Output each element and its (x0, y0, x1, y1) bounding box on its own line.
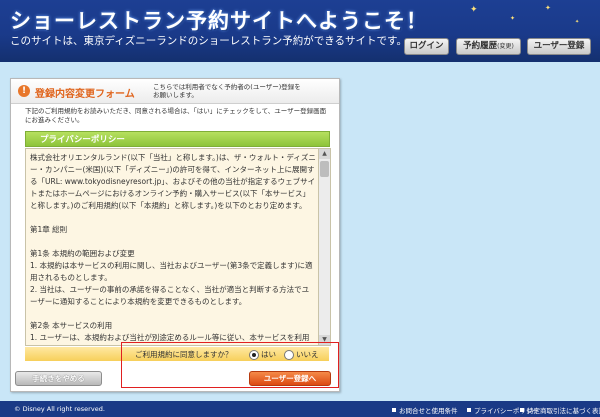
consent-no-radio[interactable] (284, 350, 294, 360)
cancel-button-label: 手続きをやめる (32, 374, 85, 383)
terms-chapter-heading: 第1章 総則 (30, 225, 68, 234)
login-button[interactable]: ログイン (404, 38, 449, 55)
terms-scrollbar[interactable]: ▲ ▼ (318, 149, 330, 345)
form-title: 登録内容変更フォーム (35, 89, 135, 100)
terms-paragraph: 1. ユーザーは、本規約および当社が別途定めるルール等に従い、本サービスを利用す… (30, 333, 310, 342)
form-intro: 下記のご利用規約をお読みいただき、同意される場合は、「はい」にチェックをして、ユ… (25, 107, 327, 124)
user-register-button-label: ユーザー登録 (533, 41, 585, 51)
copyright: © Disney All right reserved. (14, 405, 105, 413)
sparkle-icon: ✦ (470, 5, 478, 15)
proceed-to-registration-button[interactable]: ユーザー登録へ (249, 371, 331, 386)
footer-link-contact[interactable]: お問合せと使用条件 (392, 405, 458, 415)
consent-yes-radio[interactable] (249, 350, 259, 360)
bullet-icon (520, 408, 524, 412)
form-note: こちらでは利用者でなく予約者の(ユーザー)登録を お願いします。 (153, 83, 301, 99)
scroll-up-arrow-icon[interactable]: ▲ (319, 149, 330, 159)
privacy-policy-bar: プライバシーポリシー (25, 131, 330, 147)
footer-link-commerce-law[interactable]: 特定商取引法に基づく表記 (520, 405, 600, 415)
terms-article-heading: 第2条 本サービスの利用 (30, 321, 113, 330)
terms-article-heading: 第1条 本規約の範囲および変更 (30, 249, 135, 258)
form-note-line2: お願いします。 (153, 91, 198, 99)
bullet-icon (392, 408, 396, 412)
bullet-icon (467, 408, 471, 412)
sparkle-icon: ✦ (575, 19, 580, 25)
privacy-policy-title: プライバシーポリシー (40, 135, 125, 145)
reservation-history-note: (変更) (497, 43, 514, 50)
terms-text: 株式会社オリエンタルランド(以下「当社」と称します。)は、ザ・ウォルト・ディズニ… (30, 152, 316, 342)
site-title: ショーレストラン予約サイトへようこそ！ (10, 9, 428, 33)
site-footer: © Disney All right reserved. お問合せと使用条件 プ… (0, 401, 600, 417)
sparkle-icon: ✦ (545, 4, 551, 12)
register-button-label: ユーザー登録へ (263, 374, 317, 383)
terms-paragraph: 1. 本規約は本サービスの利用に関し、当社およびユーザー(第3条で定義します)に… (30, 261, 313, 282)
user-register-button[interactable]: ユーザー登録 (527, 38, 591, 55)
consent-yes-label[interactable]: はい (261, 349, 276, 360)
terms-paragraph: 株式会社オリエンタルランド(以下「当社」と称します。)は、ザ・ウォルト・ディズニ… (30, 153, 316, 210)
terms-paragraph: 2. 当社は、ユーザーの事前の承諾を得ることなく、当社が適当と判断する方法でユー… (30, 285, 310, 306)
login-button-label: ログイン (409, 41, 444, 51)
footer-link-label: お問合せと使用条件 (399, 407, 458, 415)
reservation-history-button[interactable]: 予約履歴(変更) (456, 38, 521, 55)
terms-scroll-box[interactable]: 株式会社オリエンタルランド(以下「当社」と称します。)は、ザ・ウォルト・ディズニ… (25, 148, 331, 346)
info-icon: ! (18, 85, 30, 97)
site-subtitle: このサイトは、東京ディズニーランドのショーレストラン予約ができるサイトです。 (10, 35, 408, 47)
site-header: ✦ ✦ ✦ ✦ ショーレストラン予約サイトへようこそ！ このサイトは、東京ディズ… (0, 0, 600, 62)
form-note-line1: こちらでは利用者でなく予約者の(ユーザー)登録を (153, 83, 301, 91)
consent-bar: ご利用規約に同意しますか？ はい いいえ (25, 347, 329, 361)
form-header: ! 登録内容変更フォーム こちらでは利用者でなく予約者の(ユーザー)登録を お願… (11, 79, 339, 104)
scrollbar-thumb[interactable] (320, 161, 329, 177)
footer-link-label: 特定商取引法に基づく表記 (527, 407, 600, 415)
scroll-down-arrow-icon[interactable]: ▼ (319, 335, 330, 345)
sparkle-icon: ✦ (510, 15, 516, 22)
reservation-history-label: 予約履歴 (463, 41, 498, 51)
registration-form-panel: ! 登録内容変更フォーム こちらでは利用者でなく予約者の(ユーザー)登録を お願… (10, 78, 340, 392)
consent-no-label[interactable]: いいえ (296, 349, 319, 360)
cancel-procedure-button[interactable]: 手続きをやめる (15, 371, 102, 386)
consent-question: ご利用規約に同意しますか？ (135, 350, 233, 359)
